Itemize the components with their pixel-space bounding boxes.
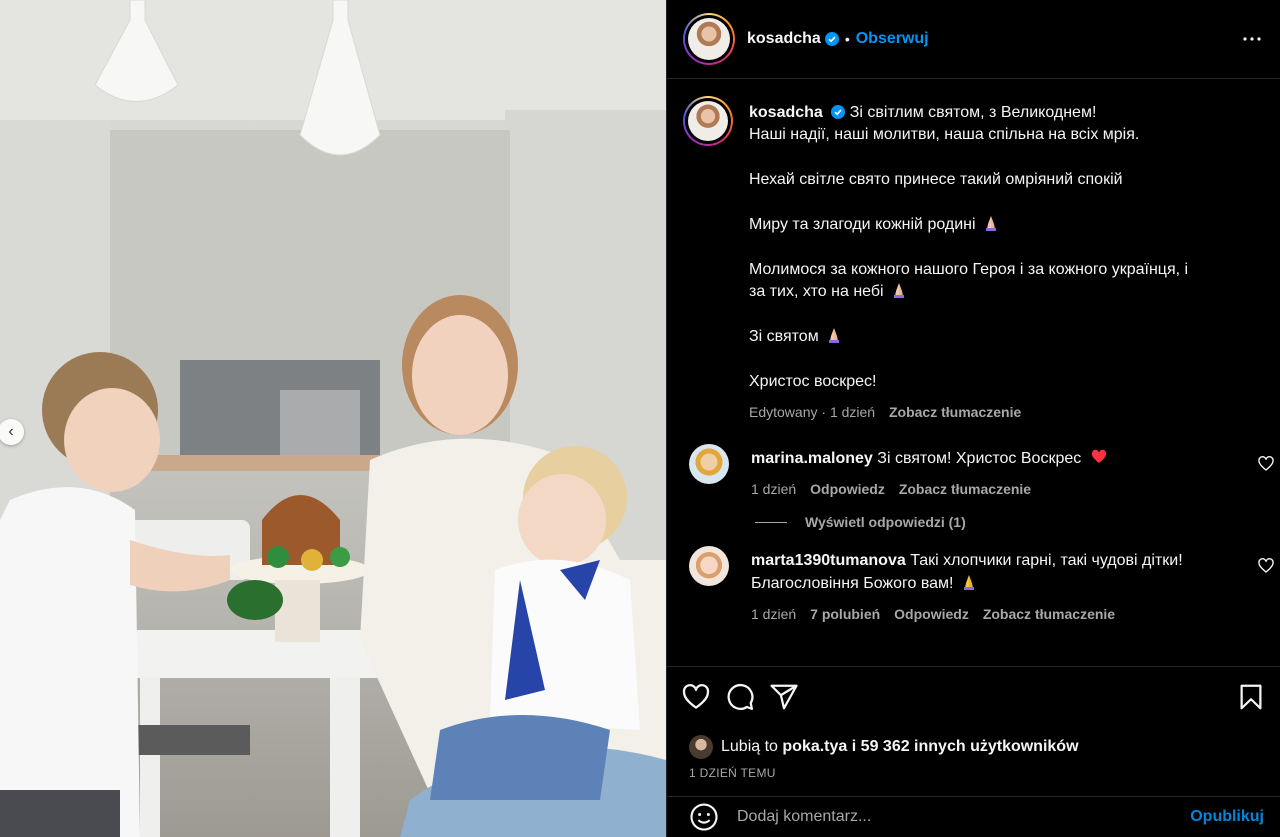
liker-avatar[interactable] bbox=[689, 735, 713, 759]
commenter-username[interactable]: marina.maloney bbox=[751, 450, 873, 467]
liker-username[interactable]: poka.tya bbox=[782, 738, 847, 756]
likes-summary: Lubią to poka.tya i 59 362 innych użytko… bbox=[689, 735, 1079, 759]
caption-line: Молимося за кожного нашого Героя і за ко… bbox=[749, 260, 1189, 278]
separator-dot: • bbox=[844, 31, 850, 47]
author-username[interactable]: kosadcha bbox=[747, 30, 821, 48]
bookmark-icon[interactable] bbox=[1236, 682, 1266, 712]
post-header: kosadcha • Obserwuj bbox=[667, 0, 1280, 79]
commenter-username[interactable]: marta1390tumanova bbox=[751, 552, 906, 569]
comment-likes-count[interactable]: 7 polubień bbox=[810, 603, 880, 625]
commenter-avatar[interactable] bbox=[689, 546, 729, 587]
view-replies-label: Wyświetl odpowiedzi (1) bbox=[805, 514, 966, 531]
reply-button[interactable]: Odpowiedz bbox=[894, 603, 969, 625]
author-avatar[interactable] bbox=[683, 13, 735, 65]
comment-item: marta1390tumanova Такі хлопчики гарні, т… bbox=[667, 546, 1280, 625]
verified-icon bbox=[831, 105, 846, 119]
comment-body: marta1390tumanova Такі хлопчики гарні, т… bbox=[751, 550, 1221, 625]
caption-line: kosadcha Зі світлим святом, з Великоднем… bbox=[749, 102, 1188, 124]
caption-line-text: Зі святом bbox=[749, 328, 819, 345]
comment-time[interactable]: 1 dzień bbox=[751, 603, 796, 625]
reply-button[interactable]: Odpowiedz bbox=[810, 478, 885, 500]
likes-others[interactable]: 59 362 innych użytkowników bbox=[861, 738, 1079, 756]
caption-line: Зі святом bbox=[749, 326, 1188, 348]
caption-meta: Edytowany · 1 dzień Zobacz tłumaczenie bbox=[749, 404, 1022, 421]
photo-illustration bbox=[0, 0, 666, 837]
post-photo[interactable]: ‹ bbox=[0, 0, 666, 837]
comment-translate-link[interactable]: Zobacz tłumaczenie bbox=[983, 603, 1115, 625]
like-comment-heart-icon[interactable] bbox=[1258, 558, 1274, 574]
red-heart-icon bbox=[1091, 449, 1106, 463]
comment-time[interactable]: 1 dzień bbox=[751, 478, 796, 500]
praying-hands-icon bbox=[963, 574, 974, 590]
likes-prefix: Lubią to bbox=[721, 738, 778, 755]
caption-line: Наші надії, наші молитви, наша спільна н… bbox=[749, 126, 1140, 144]
comment-text-line-1: Такі хлопчики гарні, такі чудові дітки! bbox=[910, 552, 1183, 570]
share-icon[interactable] bbox=[769, 682, 799, 712]
replies-divider bbox=[755, 521, 787, 523]
comment-text-line-2: Благословіння Божого вам! bbox=[751, 574, 954, 592]
follow-button[interactable]: Obserwuj bbox=[856, 30, 929, 48]
caption-line-text: за тих, хто на небі bbox=[749, 283, 884, 301]
comment-item: marina.maloney Зі святом! Христос Воскре… bbox=[667, 443, 1280, 501]
caption-text: kosadcha Зі світлим святом, з Великоднем… bbox=[749, 102, 1188, 424]
caption-line: Христос воскрес! bbox=[749, 372, 877, 390]
caption-time[interactable]: 1 dzień bbox=[830, 404, 875, 420]
caption-line: Миру та злагоди кожній родині bbox=[749, 214, 1188, 236]
like-comment-heart-icon[interactable] bbox=[1258, 455, 1274, 472]
likes-connector: i bbox=[851, 738, 857, 755]
commenter-avatar[interactable] bbox=[689, 443, 729, 484]
verified-icon bbox=[824, 32, 839, 46]
more-icon[interactable] bbox=[1240, 27, 1264, 51]
comments-area[interactable]: kosadcha Зі світлим святом, з Великоднем… bbox=[667, 80, 1280, 666]
caption-username[interactable]: kosadcha bbox=[749, 104, 823, 121]
praying-hands-icon bbox=[829, 328, 840, 343]
chevron-left-icon: ‹ bbox=[8, 423, 14, 440]
caption-translate-link[interactable]: Zobacz tłumaczenie bbox=[889, 404, 1021, 420]
edited-label: Edytowany bbox=[749, 404, 818, 421]
caption-line: Нехай світле свято принесе такий омріяни… bbox=[749, 171, 1123, 189]
caption-avatar[interactable] bbox=[683, 96, 733, 146]
praying-hands-icon bbox=[894, 283, 905, 299]
emoji-icon[interactable] bbox=[689, 802, 719, 832]
caption-line: за тих, хто на небі bbox=[749, 281, 1188, 303]
comment-body: marina.maloney Зі святом! Христос Воскре… bbox=[751, 448, 1221, 501]
comment-icon[interactable] bbox=[725, 682, 755, 712]
publish-button[interactable]: Opublikuj bbox=[1190, 808, 1264, 826]
caption-line-text: Миру та злагоди кожній родині bbox=[749, 216, 976, 233]
post-details-panel: kosadcha • Obserwuj kosadcha Зі світлим … bbox=[666, 0, 1280, 837]
praying-hands-icon bbox=[986, 216, 996, 231]
post-actions bbox=[667, 666, 1280, 726]
comment-text: Зі святом! Христос Воскрес bbox=[877, 449, 1082, 467]
post-caption: kosadcha Зі світлим святом, з Великоднем… bbox=[667, 80, 1280, 424]
add-comment-bar: Opublikuj bbox=[667, 796, 1280, 837]
view-replies-button[interactable]: Wyświetl odpowiedzi (1) bbox=[755, 514, 1280, 530]
comment-meta: 1 dzień 7 polubień Odpowiedz Zobacz tłum… bbox=[751, 603, 1221, 625]
comment-meta: 1 dzień Odpowiedz Zobacz tłumaczenie bbox=[751, 478, 1221, 500]
comment-translate-link[interactable]: Zobacz tłumaczenie bbox=[899, 478, 1031, 500]
post-timestamp[interactable]: 1 DZIEŃ TEMU bbox=[689, 766, 776, 780]
heart-icon[interactable] bbox=[681, 682, 711, 712]
caption-line-text: Зі світлим святом, з Великоднем! bbox=[849, 104, 1097, 121]
comment-input[interactable] bbox=[737, 808, 1191, 826]
